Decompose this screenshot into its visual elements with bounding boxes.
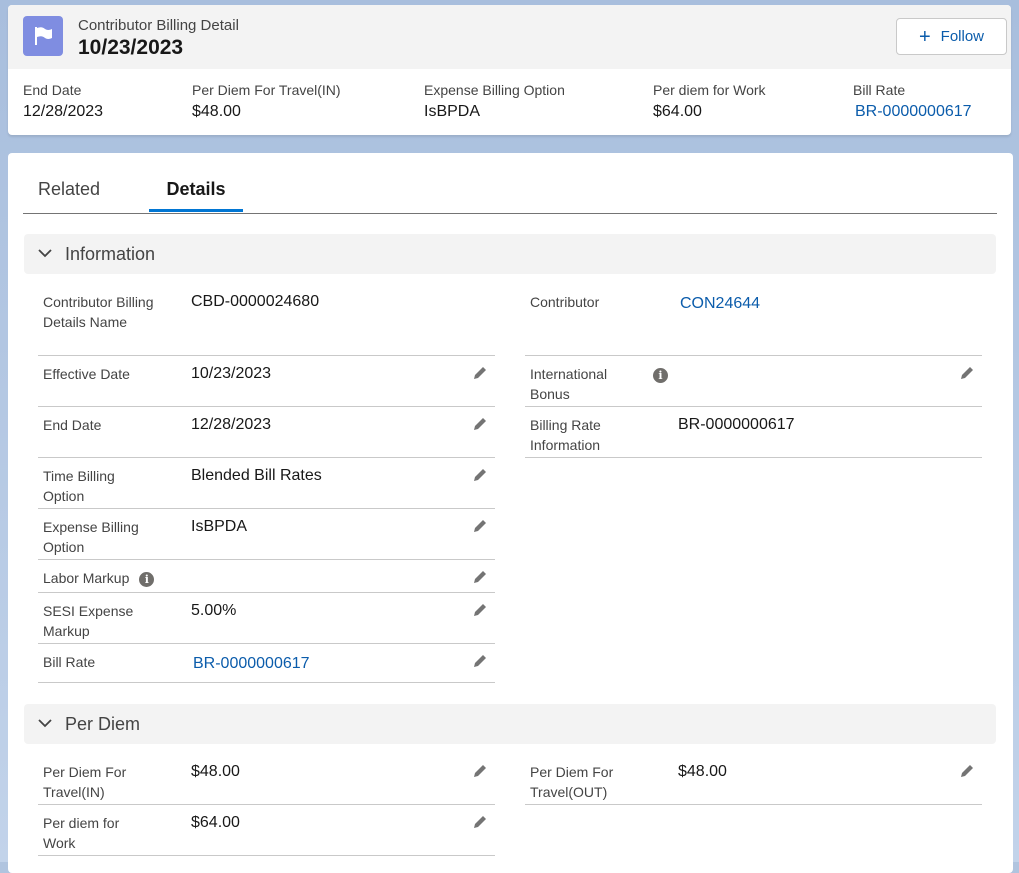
highlight-bill-rate: Bill Rate BR-0000000617 bbox=[853, 82, 972, 121]
field-label: Effective Date bbox=[43, 366, 130, 382]
highlight-value: 12/28/2023 bbox=[23, 103, 104, 120]
pencil-icon[interactable] bbox=[471, 652, 489, 670]
highlight-label: Expense Billing Option bbox=[424, 82, 565, 98]
section-title: Per Diem bbox=[65, 714, 141, 734]
pencil-icon[interactable] bbox=[471, 415, 489, 433]
section-information-header[interactable]: Information bbox=[24, 234, 996, 274]
highlight-expense-billing-option: Expense Billing Option IsBPDA bbox=[424, 82, 565, 121]
field-contributor-billing-details-name: Contributor Billing Details Name CBD-000… bbox=[38, 284, 495, 356]
highlight-end-date: End Date 12/28/2023 bbox=[23, 82, 103, 121]
plus-icon: + bbox=[918, 25, 931, 48]
field-value: IsBPDA bbox=[191, 518, 248, 535]
tab-active-indicator bbox=[149, 209, 243, 212]
field-per-diem-travel-in: Per Diem For Travel(IN) $48.00 bbox=[38, 754, 495, 805]
pencil-icon[interactable] bbox=[471, 568, 489, 586]
field-value: $64.00 bbox=[191, 814, 240, 831]
pencil-icon[interactable] bbox=[958, 364, 976, 382]
tab-bar: Related Details bbox=[23, 171, 997, 214]
field-end-date: End Date 12/28/2023 bbox=[38, 407, 495, 458]
highlight-value: IsBPDA bbox=[424, 103, 481, 120]
tab-details[interactable]: Details bbox=[149, 179, 243, 200]
field-sesi-expense-markup: SESI Expense Markup 5.00% bbox=[38, 593, 495, 644]
highlight-per-diem-work: Per diem for Work $64.00 bbox=[653, 82, 766, 121]
record-title: 10/23/2023 bbox=[78, 36, 184, 59]
field-label: Per Diem For Travel(OUT) bbox=[530, 764, 614, 800]
follow-button[interactable]: + Follow bbox=[896, 18, 1007, 55]
info-icon[interactable]: i bbox=[653, 368, 668, 383]
record-header: Contributor Billing Detail 10/23/2023 + … bbox=[8, 5, 1011, 135]
field-value: 10/23/2023 bbox=[191, 365, 272, 382]
field-label: Contributor bbox=[530, 294, 600, 310]
detail-card: Related Details Information Contributor … bbox=[8, 153, 1013, 873]
field-time-billing-option: Time Billing Option Blended Bill Rates bbox=[38, 458, 495, 509]
field-label: Bill Rate bbox=[43, 654, 96, 670]
field-contributor: Contributor CON24644 bbox=[525, 284, 982, 356]
field-expense-billing-option: Expense Billing Option IsBPDA bbox=[38, 509, 495, 560]
section-title: Information bbox=[65, 244, 156, 264]
field-value: Blended Bill Rates bbox=[191, 467, 322, 484]
field-bill-rate: Bill Rate BR-0000000617 bbox=[38, 644, 495, 683]
field-value: $48.00 bbox=[678, 763, 727, 780]
chevron-down-icon bbox=[38, 719, 52, 728]
field-value: CBD-0000024680 bbox=[191, 293, 320, 310]
field-labor-markup: Labor Markup i bbox=[38, 560, 495, 593]
field-label: Expense Billing Option bbox=[43, 519, 139, 555]
object-label: Contributor Billing Detail bbox=[78, 17, 239, 34]
pencil-icon[interactable] bbox=[471, 813, 489, 831]
field-label-text: Labor Markup bbox=[43, 570, 130, 586]
field-value: $48.00 bbox=[191, 763, 240, 780]
field-label: International Bonus bbox=[530, 366, 608, 402]
field-label: End Date bbox=[43, 417, 102, 433]
highlight-value: $48.00 bbox=[192, 103, 241, 120]
field-label: Contributor Billing Details Name bbox=[43, 294, 154, 330]
field-label: Time Billing Option bbox=[43, 468, 115, 504]
pencil-icon[interactable] bbox=[471, 517, 489, 535]
pencil-icon[interactable] bbox=[471, 466, 489, 484]
highlight-label: Bill Rate bbox=[853, 82, 906, 98]
bill-rate-link[interactable]: BR-0000000617 bbox=[855, 103, 972, 121]
tab-related[interactable]: Related bbox=[38, 179, 100, 200]
field-per-diem-work: Per diem for Work $64.00 bbox=[38, 805, 495, 856]
contributor-link[interactable]: CON24644 bbox=[680, 294, 760, 314]
field-label: Billing Rate Information bbox=[530, 417, 601, 453]
flag-icon bbox=[23, 16, 63, 56]
section-per-diem-header[interactable]: Per Diem bbox=[24, 704, 996, 744]
pencil-icon[interactable] bbox=[958, 762, 976, 780]
field-value: 5.00% bbox=[191, 602, 237, 619]
field-label: Per diem for Work bbox=[43, 815, 120, 851]
field-per-diem-travel-out: Per Diem For Travel(OUT) $48.00 bbox=[525, 754, 982, 805]
field-label: SESI Expense Markup bbox=[43, 603, 134, 639]
highlight-label: Per diem for Work bbox=[653, 82, 766, 98]
pencil-icon[interactable] bbox=[471, 601, 489, 619]
info-icon[interactable]: i bbox=[139, 571, 155, 587]
field-effective-date: Effective Date 10/23/2023 bbox=[38, 356, 495, 407]
field-label: Per Diem For Travel(IN) bbox=[43, 764, 127, 800]
pencil-icon[interactable] bbox=[471, 762, 489, 780]
highlight-value: $64.00 bbox=[653, 103, 702, 120]
field-international-bonus: International Bonus i bbox=[525, 356, 982, 407]
bill-rate-link[interactable]: BR-0000000617 bbox=[193, 654, 310, 674]
pencil-icon[interactable] bbox=[471, 364, 489, 382]
highlight-label: End Date bbox=[23, 82, 82, 98]
highlight-per-diem-travel-in: Per Diem For Travel(IN) $48.00 bbox=[192, 82, 341, 121]
follow-label: Follow bbox=[940, 28, 985, 45]
chevron-down-icon bbox=[38, 249, 52, 258]
highlight-label: Per Diem For Travel(IN) bbox=[192, 82, 341, 98]
field-value: BR-0000000617 bbox=[678, 416, 795, 433]
field-label: Labor Markup i bbox=[43, 568, 155, 588]
field-billing-rate-information: Billing Rate Information BR-0000000617 bbox=[525, 407, 982, 458]
field-value: 12/28/2023 bbox=[191, 416, 272, 433]
